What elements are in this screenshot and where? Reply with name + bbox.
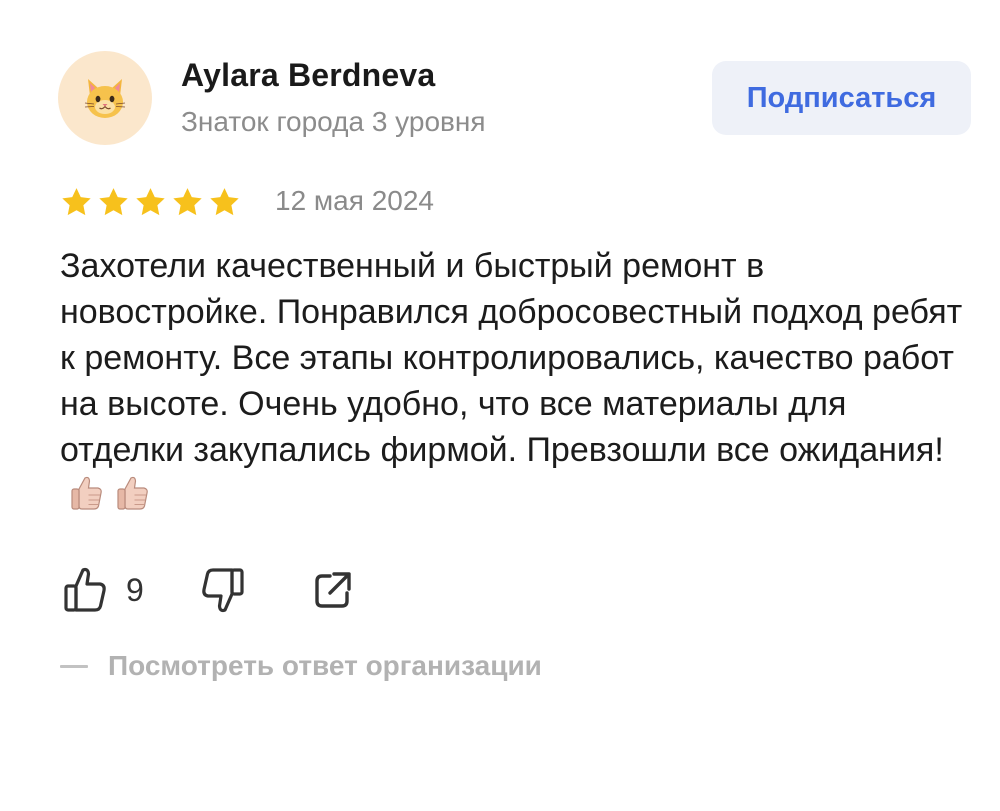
- cat-face-icon: [84, 79, 126, 118]
- thumbs-up-icon: [64, 567, 106, 612]
- star-icon: [173, 188, 202, 216]
- star-icon: [136, 188, 165, 216]
- org-answer-link[interactable]: Посмотреть ответ организации: [60, 650, 542, 682]
- review-actions: 9: [62, 565, 354, 615]
- review-date: 12 мая 2024: [275, 185, 434, 216]
- review-text: Захотели качественный и быстрый ремонт в…: [60, 243, 970, 519]
- author-level: Знаток города 3 уровня: [181, 106, 486, 137]
- subscribe-button[interactable]: Подписаться: [712, 61, 971, 135]
- dislike-button[interactable]: [200, 565, 246, 615]
- like-button[interactable]: 9: [62, 565, 200, 615]
- review-body: Захотели качественный и быстрый ремонт в…: [60, 247, 963, 469]
- dash-divider: [60, 664, 88, 668]
- star-icon: [62, 188, 91, 216]
- share-button[interactable]: [312, 569, 354, 611]
- avatar[interactable]: [58, 51, 152, 145]
- emoji-group: [70, 473, 150, 511]
- star-icon: [210, 188, 239, 216]
- share-icon: [315, 572, 351, 608]
- thumbs-up-emoji-icon: [71, 476, 102, 510]
- thumbs-down-icon: [202, 568, 244, 613]
- rating-stars: [60, 186, 241, 219]
- author-name[interactable]: Aylara Berdneva: [181, 57, 435, 94]
- like-count: 9: [126, 571, 144, 608]
- org-answer-label: Посмотреть ответ организации: [108, 650, 542, 681]
- star-icon: [99, 188, 128, 216]
- thumbs-up-emoji-icon: [117, 476, 148, 510]
- review-card: Aylara Berdneva Знаток города 3 уровня П…: [0, 0, 1000, 811]
